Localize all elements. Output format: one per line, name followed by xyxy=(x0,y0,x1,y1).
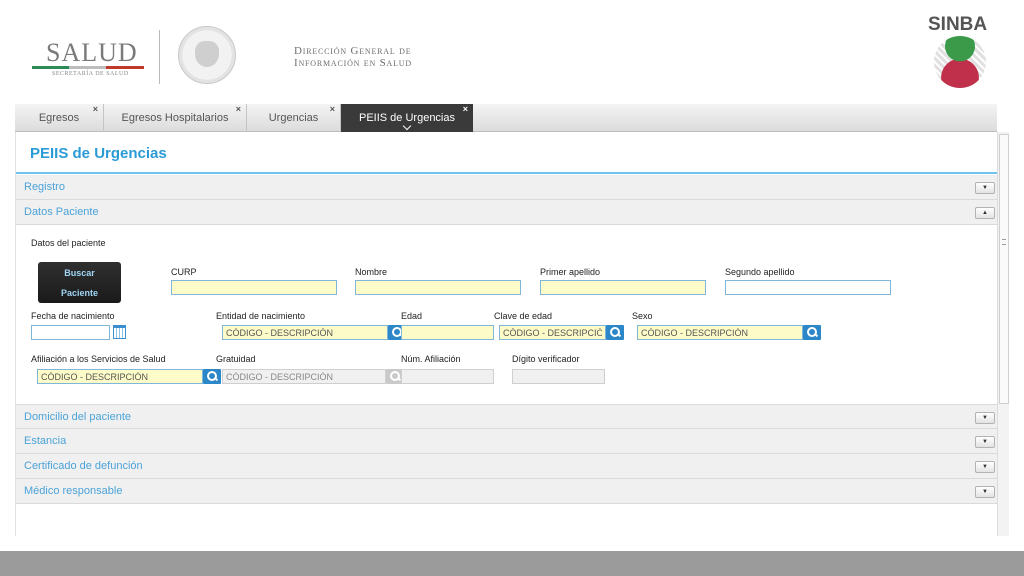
dgis-title: Dirección General de Información en Salu… xyxy=(294,45,412,69)
sinba-title: SINBA xyxy=(928,14,988,35)
primer-apellido-field[interactable] xyxy=(540,280,706,295)
chevron-down-icon[interactable]: ▼ xyxy=(975,182,995,194)
section-estancia[interactable]: Estancia ▼ xyxy=(16,429,997,454)
tab-bar: Egresos × Egresos Hospitalarios × Urgenc… xyxy=(15,104,997,132)
dgis-title-line1: Dirección General de xyxy=(294,45,412,57)
main-content: PEIIS de Urgencias Registro ▼ Datos Paci… xyxy=(15,132,997,536)
tab-urgencias[interactable]: Urgencias × xyxy=(247,104,341,132)
vertical-scrollbar[interactable] xyxy=(997,132,1009,536)
sexo-label: Sexo xyxy=(632,311,653,321)
tab-label: Urgencias xyxy=(268,112,319,124)
segundo-apellido-field[interactable] xyxy=(725,280,891,295)
search-icon[interactable] xyxy=(203,369,221,384)
national-seal-logo xyxy=(178,26,236,84)
panel-title: Datos del paciente xyxy=(31,238,106,248)
tab-egresos-hospitalarios[interactable]: Egresos Hospitalarios × xyxy=(104,104,247,132)
num-afiliacion-field[interactable] xyxy=(401,369,494,384)
search-icon[interactable] xyxy=(386,369,402,384)
tab-peiis-de-urgencias[interactable]: PEIIS de Urgencias × xyxy=(341,104,473,132)
section-label: Certificado de defunción xyxy=(24,460,143,472)
salud-logo: SALUD SECRETARÍA DE SALUD xyxy=(30,34,150,84)
fecha-nacimiento-field[interactable] xyxy=(31,325,110,340)
gratuidad-label: Gratuidad xyxy=(216,354,256,364)
clave-edad-combo xyxy=(499,325,624,340)
scrollbar-thumb[interactable] xyxy=(999,134,1009,404)
sinba-logo xyxy=(934,36,986,88)
curp-field[interactable] xyxy=(171,280,337,295)
afiliacion-label: Afiliación a los Servicios de Salud xyxy=(31,354,166,364)
clave-edad-label: Clave de edad xyxy=(494,311,553,321)
app-header: SALUD SECRETARÍA DE SALUD Dirección Gene… xyxy=(0,0,1024,103)
fecha-nacimiento-label: Fecha de nacimiento xyxy=(31,311,115,321)
sexo-input[interactable] xyxy=(637,325,803,340)
search-icon[interactable] xyxy=(803,325,821,340)
chevron-down-icon[interactable]: ▼ xyxy=(975,412,995,424)
chevron-down-icon[interactable]: ▼ xyxy=(975,436,995,448)
buscar-label: Buscar xyxy=(64,268,95,278)
salud-logo-subtitle: SECRETARÍA DE SALUD xyxy=(52,71,129,77)
section-label: Estancia xyxy=(24,435,67,447)
primer-apellido-label: Primer apellido xyxy=(540,267,601,277)
tab-label: Egresos Hospitalarios xyxy=(121,112,229,124)
chevron-down-icon[interactable]: ▼ xyxy=(975,486,995,498)
section-label: Médico responsable xyxy=(24,485,123,497)
entidad-nacimiento-combo xyxy=(222,325,406,340)
search-icon[interactable] xyxy=(606,325,624,340)
section-label: Datos Paciente xyxy=(24,206,99,218)
entidad-nacimiento-input[interactable] xyxy=(222,325,388,340)
title-divider xyxy=(16,172,997,174)
salud-logo-word: SALUD xyxy=(46,38,138,67)
gratuidad-input[interactable] xyxy=(222,369,386,384)
dgis-title-line2: Información en Salud xyxy=(294,57,412,69)
chevron-down-icon[interactable]: ▼ xyxy=(975,461,995,473)
afiliacion-combo xyxy=(37,369,221,384)
sexo-combo xyxy=(637,325,821,340)
section-datos-paciente[interactable]: Datos Paciente ▲ xyxy=(16,200,997,225)
nombre-field[interactable] xyxy=(355,280,521,295)
section-registro[interactable]: Registro ▼ xyxy=(16,175,997,200)
gratuidad-combo xyxy=(222,369,402,384)
num-afiliacion-label: Núm. Afiliación xyxy=(401,354,461,364)
close-icon[interactable]: × xyxy=(236,95,241,123)
buscar-paciente-button[interactable]: Buscar Paciente xyxy=(38,262,121,303)
paciente-label: Paciente xyxy=(60,288,99,298)
chevron-up-icon[interactable]: ▲ xyxy=(975,207,995,219)
close-icon[interactable]: × xyxy=(463,95,468,123)
clave-edad-input[interactable] xyxy=(499,325,606,340)
section-medico-responsable[interactable]: Médico responsable ▼ xyxy=(16,479,997,504)
tab-egresos[interactable]: Egresos × xyxy=(15,104,104,132)
calendar-icon[interactable] xyxy=(113,325,126,339)
grip-icon xyxy=(1002,239,1006,245)
close-icon[interactable]: × xyxy=(330,95,335,123)
edad-label: Edad xyxy=(401,311,423,321)
nombre-label: Nombre xyxy=(355,267,388,277)
salud-logo-bar xyxy=(32,66,144,69)
section-label: Domicilio del paciente xyxy=(24,411,131,423)
footer-bar xyxy=(0,551,1024,576)
entidad-nacimiento-label: Entidad de nacimiento xyxy=(216,311,306,321)
edad-field[interactable] xyxy=(401,325,494,340)
close-icon[interactable]: × xyxy=(93,95,98,123)
segundo-apellido-label: Segundo apellido xyxy=(725,267,795,277)
section-certificado-defuncion[interactable]: Certificado de defunción ▼ xyxy=(16,454,997,479)
logo-divider xyxy=(159,30,160,84)
digito-verificador-field[interactable] xyxy=(512,369,605,384)
section-label: Registro xyxy=(24,181,65,193)
afiliacion-input[interactable] xyxy=(37,369,203,384)
digito-verificador-label: Dígito verificador xyxy=(512,354,580,364)
tab-label: Egresos xyxy=(38,112,80,124)
section-domicilio[interactable]: Domicilio del paciente ▼ xyxy=(16,404,997,429)
page-title: PEIIS de Urgencias xyxy=(30,145,167,162)
curp-label: CURP xyxy=(171,267,197,277)
